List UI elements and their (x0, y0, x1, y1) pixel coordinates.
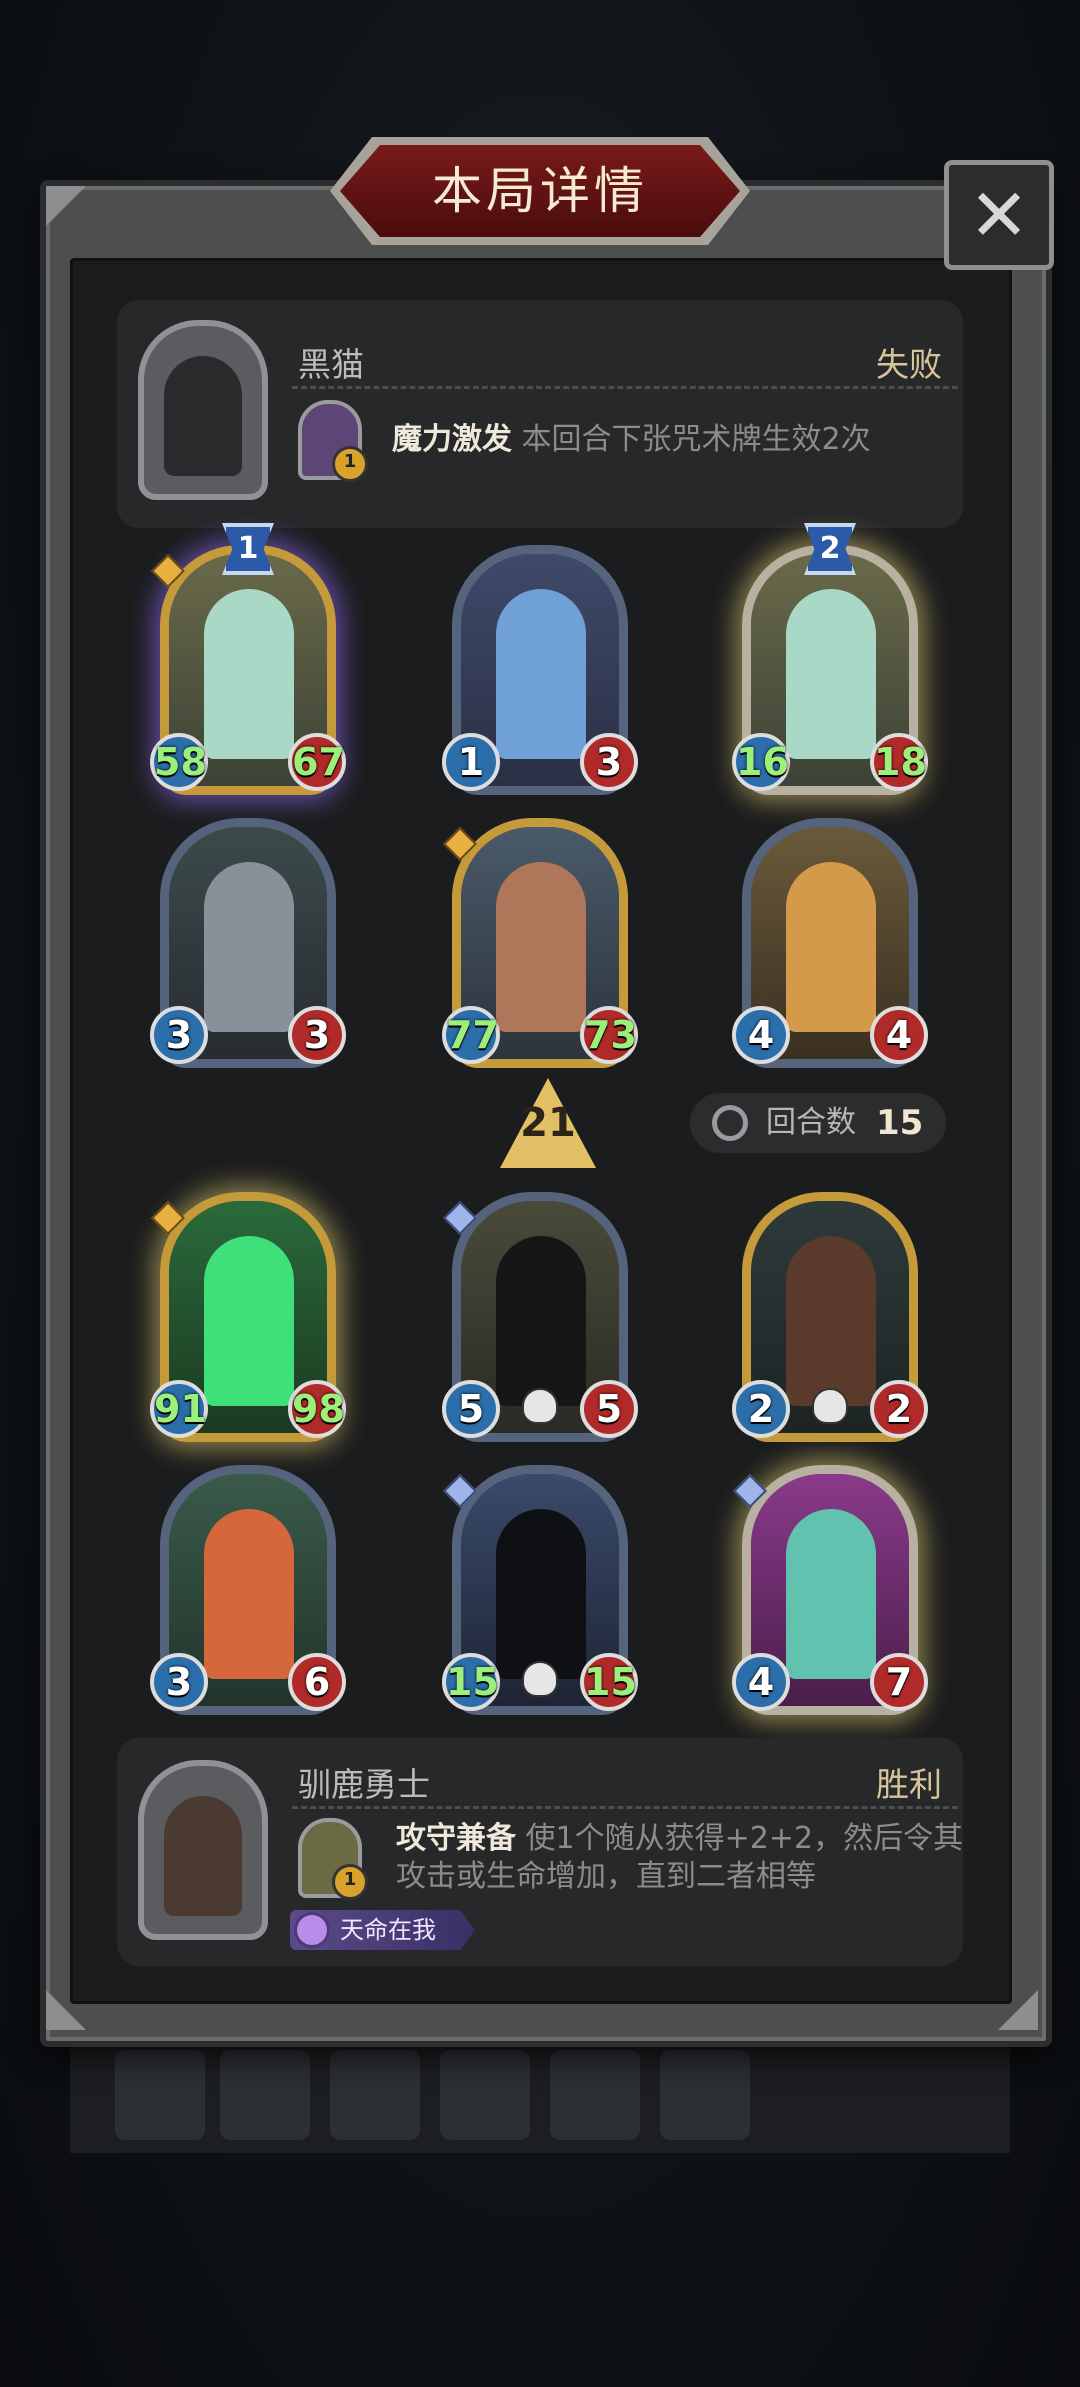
rounds-value: 15 (876, 1103, 924, 1143)
hero-power-description-cont: 攻击或生命增加，直到二者相等 (396, 1859, 816, 1894)
attack-stat: 16 (732, 733, 790, 791)
badge-label: 天命在我 (340, 1916, 436, 1944)
dwarf-minion-icon (496, 862, 586, 1032)
hero-power-name: 攻守兼备 (396, 1821, 516, 1856)
hero-power-cost: 1 (332, 446, 368, 482)
druid-minion-icon (204, 1509, 294, 1679)
attack-stat: 91 (150, 1380, 208, 1438)
player-result: 胜利 (876, 1765, 942, 1804)
health-stat: 4 (870, 1006, 928, 1064)
attack-stat: 5 (442, 1380, 500, 1438)
attack-stat: 4 (732, 1006, 790, 1064)
paladin-minion-icon (786, 862, 876, 1032)
divider (292, 386, 958, 389)
background-thumb (220, 2050, 310, 2140)
health-stat: 18 (870, 733, 928, 791)
opponent-result: 失败 (876, 345, 942, 384)
undead-warrior-minion-icon (786, 1509, 876, 1679)
attack-stat: 2 (732, 1380, 790, 1438)
opponent-hero-portrait (138, 320, 268, 500)
health-stat: 67 (288, 733, 346, 791)
attack-stat: 15 (442, 1653, 500, 1711)
attack-stat: 3 (150, 1653, 208, 1711)
attack-stat: 58 (150, 733, 208, 791)
tavern-tier: 21 (520, 1100, 576, 1146)
health-stat: 73 (580, 1006, 638, 1064)
background-thumb (115, 2050, 205, 2140)
player-name: 驯鹿勇士 (298, 1765, 430, 1804)
unicorn-minion-icon (786, 589, 876, 759)
background-thumb (330, 2050, 420, 2140)
minion-card[interactable]: 3 3 (150, 818, 346, 1068)
skull-icon (522, 1661, 558, 1697)
mimic-minion-icon (786, 1236, 876, 1406)
minion-card[interactable]: 4 4 (732, 818, 928, 1068)
background-thumb (440, 2050, 530, 2140)
reaper-minion-icon (496, 1236, 586, 1406)
hero-power-icon: 1 (298, 400, 368, 482)
background-thumb (550, 2050, 640, 2140)
health-stat: 7 (870, 1653, 928, 1711)
minion-card[interactable]: 1 58 67 (150, 523, 346, 795)
background-card-strip (70, 2040, 1010, 2153)
close-icon: ✕ (968, 173, 1030, 257)
player-hero-portrait (138, 1760, 268, 1940)
health-stat: 15 (580, 1653, 638, 1711)
attack-stat: 3 (150, 1006, 208, 1064)
page-title: 本局详情 (432, 162, 648, 220)
skull-icon (522, 1388, 558, 1424)
minion-card[interactable]: 5 5 (442, 1192, 638, 1442)
minion-card[interactable]: 3 6 (150, 1465, 346, 1715)
hero-power-cost: 1 (332, 1864, 368, 1900)
rounds-label: 回合数 (766, 1105, 856, 1140)
minion-card[interactable]: 77 73 (442, 818, 638, 1068)
attack-stat: 77 (442, 1006, 500, 1064)
knight-minion-icon (204, 862, 294, 1032)
hero-power-description: 本回合下张咒术牌生效2次 (521, 422, 871, 457)
rounds-counter: 回合数 15 (690, 1093, 946, 1153)
minion-card[interactable]: 4 7 (732, 1465, 928, 1715)
attack-stat: 1 (442, 733, 500, 791)
player-hero-power: 攻守兼备 使1个随从获得+2+2，然后令其 (396, 1820, 963, 1858)
divider (292, 1806, 958, 1809)
health-stat: 6 (288, 1653, 346, 1711)
hero-power-name: 魔力激发 (392, 422, 512, 457)
minion-card[interactable]: 2 16 18 (732, 523, 928, 795)
attack-stat: 4 (732, 1653, 790, 1711)
destiny-gem-icon (294, 1912, 330, 1948)
opponent-name: 黑猫 (298, 345, 364, 384)
black-cat-icon (164, 356, 242, 476)
opponent-hero-power: 魔力激发 本回合下张咒术牌生效2次 (392, 421, 871, 459)
dark-lord-minion-icon (496, 1509, 586, 1679)
minion-card[interactable]: 1 3 (442, 545, 638, 795)
unicorn-minion-icon (204, 589, 294, 759)
minion-card[interactable]: 91 98 (150, 1192, 346, 1442)
skull-icon (812, 1388, 848, 1424)
health-stat: 5 (580, 1380, 638, 1438)
sorceress-minion-icon (496, 589, 586, 759)
health-stat: 2 (870, 1380, 928, 1438)
minion-card[interactable]: 15 15 (442, 1465, 638, 1715)
hero-power-icon: 1 (298, 1818, 368, 1900)
player-hero-power-cont: 攻击或生命增加，直到二者相等 (396, 1858, 816, 1896)
background-thumb (660, 2050, 750, 2140)
minion-card[interactable]: 2 2 (732, 1192, 928, 1442)
close-button[interactable]: ✕ (944, 160, 1054, 270)
destiny-badge: 天命在我 (290, 1910, 475, 1950)
hero-power-description: 使1个随从获得+2+2，然后令其 (525, 1821, 964, 1856)
ghost-minion-icon (204, 1236, 294, 1406)
health-stat: 98 (288, 1380, 346, 1438)
reindeer-warrior-icon (164, 1796, 242, 1916)
health-stat: 3 (288, 1006, 346, 1064)
refresh-icon (712, 1105, 748, 1141)
health-stat: 3 (580, 733, 638, 791)
